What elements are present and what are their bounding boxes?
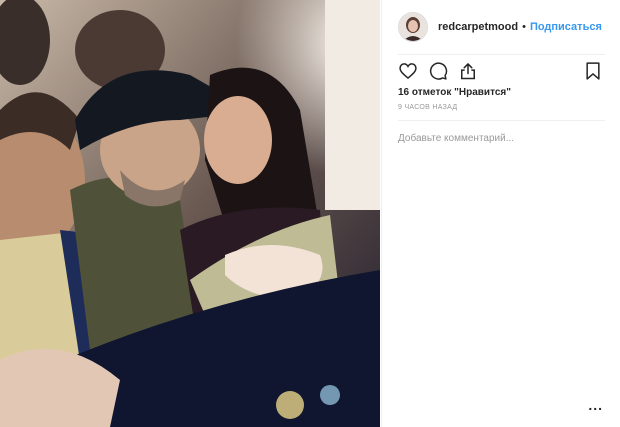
heart-icon[interactable] <box>398 61 420 83</box>
likes-count[interactable]: 16 отметок "Нравится" <box>398 87 511 98</box>
follow-button[interactable]: Подписаться <box>530 21 602 33</box>
comment-input[interactable]: Добавьте комментарий... <box>398 133 514 144</box>
post-sidebar: redcarpetmood • Подписаться 16 отметок "… <box>381 0 620 427</box>
bookmark-icon[interactable] <box>583 61 605 83</box>
avatar[interactable] <box>398 12 428 42</box>
post-header: redcarpetmood • Подписаться <box>398 10 605 44</box>
comment-divider <box>398 120 605 121</box>
username-link[interactable]: redcarpetmood <box>438 21 518 33</box>
comment-icon[interactable] <box>428 61 450 83</box>
ellipsis-icon[interactable]: ... <box>588 397 603 413</box>
header-divider <box>398 54 605 55</box>
separator-dot: • <box>522 21 526 33</box>
action-bar <box>398 60 605 84</box>
post-timestamp[interactable]: 9 ЧАСОВ НАЗАД <box>398 104 457 111</box>
photo-image <box>0 0 380 427</box>
avatar-image <box>399 13 427 41</box>
post-photo[interactable] <box>0 0 380 427</box>
share-icon[interactable] <box>458 61 480 83</box>
